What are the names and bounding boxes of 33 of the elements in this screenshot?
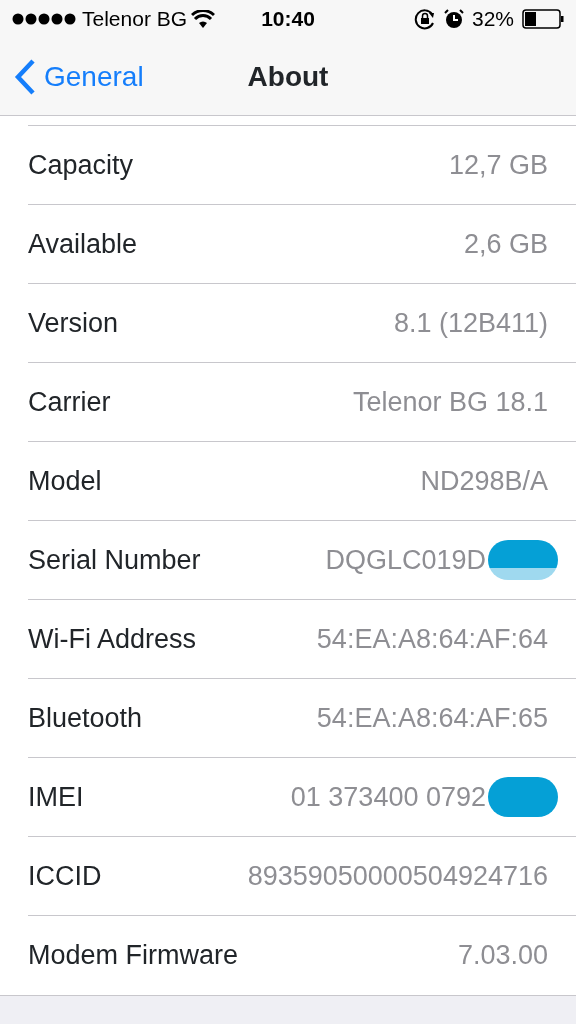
setting-label: Version [28,306,119,340]
setting-label: ICCID [28,859,102,893]
setting-value: 01 373400 0792 [290,780,486,814]
setting-label: Model [28,464,102,498]
setting-value: Telenor BG 18.1 [352,385,548,419]
clock-time: 10:40 [261,6,315,33]
battery-icon [522,9,564,29]
back-chevron-icon [14,57,36,96]
setting-value: 7.03.00 [457,939,548,973]
setting-value: 8.1 (12B411) [393,306,548,340]
setting-value: 2,6 GB [463,227,548,261]
setting-label: Available [28,227,138,261]
setting-value: 54:EA:A8:64:AF:64 [316,622,548,656]
setting-value: 54:EA:A8:64:AF:65 [316,701,548,735]
setting-label: Serial Number [28,543,201,577]
rotation-lock-icon [413,8,436,30]
setting-label: Bluetooth [28,701,143,735]
signal-icon [12,13,78,25]
setting-label: Modem Firmware [28,939,239,973]
wifi-icon [191,10,216,28]
setting-value: ND298B/A [420,464,548,498]
carrier-name: Telenor BG [82,6,188,33]
setting-label: IMEI [28,780,84,814]
setting-label: Wi-Fi Address [28,622,197,656]
battery-percentage: 32% [471,6,514,33]
setting-label: Carrier [28,385,111,419]
back-button[interactable]: General [0,55,144,98]
alarm-clock-icon [443,9,464,29]
setting-value: DQGLC019D [325,543,486,577]
setting-label: Capacity [28,148,134,182]
setting-value: 12,7 GB [448,148,548,182]
setting-value: 89359050000504924716 [247,859,548,893]
page-title: About [247,59,329,94]
